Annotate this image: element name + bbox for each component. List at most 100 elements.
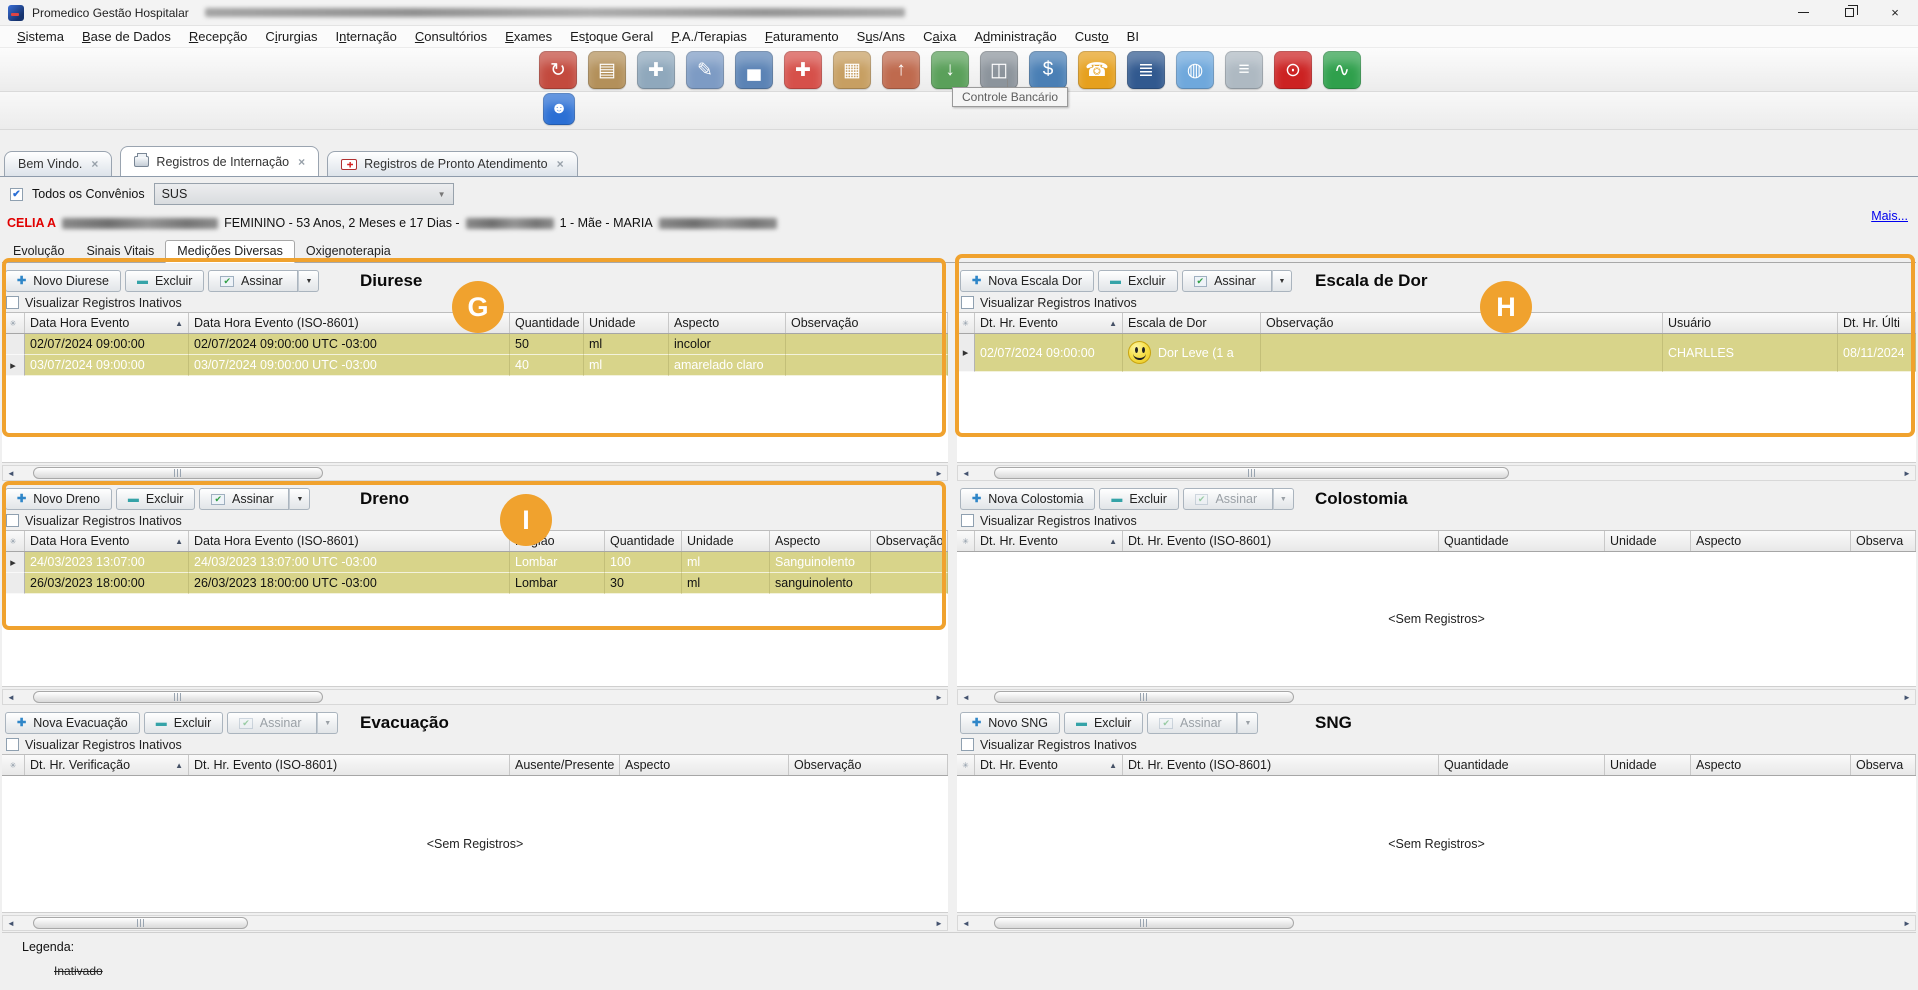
menu-faturamento[interactable]: Faturamento <box>756 27 848 46</box>
new-record-button[interactable]: ✚Novo Diurese <box>5 270 121 292</box>
column-header[interactable]: Dt. Hr. Evento (ISO-8601) <box>1123 755 1439 775</box>
horizontal-scrollbar[interactable]: ◄► <box>957 465 1916 481</box>
convenio-combobox[interactable]: SUS ▼ <box>154 183 454 205</box>
scroll-left-arrow[interactable]: ◄ <box>3 466 19 480</box>
column-header[interactable]: Data Hora Evento (ISO-8601) <box>189 531 510 551</box>
menu-sus-ans[interactable]: Sus/Ans <box>848 27 914 46</box>
menu-p-a-terapias[interactable]: P.A./Terapias <box>662 27 756 46</box>
invoice-icon[interactable]: ≡ <box>1225 51 1263 89</box>
column-header[interactable]: Quantidade <box>1439 755 1605 775</box>
sign-button[interactable]: ✔Assinar <box>208 270 298 292</box>
sign-dropdown-button[interactable]: ▼ <box>289 488 310 510</box>
column-header[interactable]: Região <box>510 531 605 551</box>
indicator-column-header[interactable]: ✳ <box>2 531 25 551</box>
menu-sistema[interactable]: Sistema <box>8 27 73 46</box>
menu-administra-o[interactable]: Administração <box>965 27 1065 46</box>
new-record-button[interactable]: ✚Novo Dreno <box>5 488 112 510</box>
sign-button[interactable]: ✔Assinar <box>199 488 289 510</box>
subtab-medi-es-diversas[interactable]: Medições Diversas <box>165 240 295 263</box>
sign-button[interactable]: ✔Assinar <box>227 712 317 734</box>
supplies-box-icon[interactable]: ▦ <box>833 51 871 89</box>
column-header[interactable]: Dt. Hr. Evento▲ <box>975 313 1123 333</box>
doctor-icon[interactable]: ✚ <box>637 51 675 89</box>
table-row[interactable]: ▸24/03/2023 13:07:0024/03/2023 13:07:00 … <box>2 552 948 573</box>
indicator-column-header[interactable]: ✳ <box>2 313 25 333</box>
chat-icon[interactable]: ◍ <box>1176 51 1214 89</box>
horizontal-scrollbar[interactable]: ◄► <box>2 465 948 481</box>
scrollbar-thumb[interactable] <box>33 917 248 929</box>
column-header[interactable]: Observação <box>1261 313 1663 333</box>
scroll-right-arrow[interactable]: ► <box>1899 690 1915 704</box>
new-record-button[interactable]: ✚Nova Colostomia <box>960 488 1095 510</box>
delete-button[interactable]: ▬Excluir <box>116 488 196 510</box>
column-header[interactable]: Aspecto <box>620 755 789 775</box>
horizontal-scrollbar[interactable]: ◄► <box>957 689 1916 705</box>
column-header[interactable]: Data Hora Evento▲ <box>25 313 189 333</box>
indicator-column-header[interactable]: ✳ <box>957 755 975 775</box>
power-icon[interactable]: ⊙ <box>1274 51 1312 89</box>
menu-estoque-geral[interactable]: Estoque Geral <box>561 27 662 46</box>
tab-close-icon[interactable]: × <box>91 157 98 171</box>
horizontal-scrollbar[interactable]: ◄► <box>957 915 1916 931</box>
column-header[interactable]: Dt. Hr. Evento▲ <box>975 531 1123 551</box>
column-header[interactable]: Data Hora Evento▲ <box>25 531 189 551</box>
scroll-right-arrow[interactable]: ► <box>1899 466 1915 480</box>
column-header[interactable]: Observa <box>1851 755 1916 775</box>
phone-book-icon[interactable]: ☎ <box>1078 51 1116 89</box>
column-header[interactable]: Observação <box>789 755 948 775</box>
scrollbar-thumb[interactable] <box>33 691 323 703</box>
menu-exames[interactable]: Exames <box>496 27 561 46</box>
delete-button[interactable]: ▬Excluir <box>144 712 224 734</box>
menu-cirurgias[interactable]: Cirurgias <box>256 27 326 46</box>
scroll-right-arrow[interactable]: ► <box>1899 916 1915 930</box>
horizontal-scrollbar[interactable]: ◄► <box>2 915 948 931</box>
new-record-button[interactable]: ✚Nova Escala Dor <box>960 270 1094 292</box>
column-header[interactable]: Ausente/Presente <box>510 755 620 775</box>
show-inactive-checkbox[interactable]: Visualizar Registros Inativos <box>957 511 1916 530</box>
column-header[interactable]: Escala de Dor <box>1123 313 1261 333</box>
column-header[interactable]: Data Hora Evento (ISO-8601) <box>189 313 510 333</box>
sign-button[interactable]: ✔Assinar <box>1183 488 1273 510</box>
table-row[interactable]: 26/03/2023 18:00:0026/03/2023 18:00:00 U… <box>2 573 948 594</box>
sign-dropdown-button[interactable]: ▼ <box>317 712 338 734</box>
close-button[interactable]: × <box>1872 0 1918 26</box>
prescription-icon[interactable]: ✎ <box>686 51 724 89</box>
delete-button[interactable]: ▬Excluir <box>125 270 205 292</box>
column-header[interactable]: Unidade <box>1605 755 1691 775</box>
menu-base-de-dados[interactable]: Base de Dados <box>73 27 180 46</box>
show-inactive-checkbox[interactable]: Visualizar Registros Inativos <box>957 735 1916 754</box>
sync-patients-icon[interactable]: ↻ <box>539 51 577 89</box>
show-inactive-checkbox[interactable]: Visualizar Registros Inativos <box>2 511 948 530</box>
delete-button[interactable]: ▬Excluir <box>1064 712 1144 734</box>
vitals-book-icon[interactable]: ∿ <box>1323 51 1361 89</box>
menu-caixa[interactable]: Caixa <box>914 27 965 46</box>
indicator-column-header[interactable]: ✳ <box>957 531 975 551</box>
indicator-column-header[interactable]: ✳ <box>957 313 975 333</box>
tab-close-icon[interactable]: × <box>557 157 564 171</box>
tab-registros-de-pronto-atendimento[interactable]: Registros de Pronto Atendimento× <box>327 151 577 176</box>
table-row[interactable]: ▸03/07/2024 09:00:0003/07/2024 09:00:00 … <box>2 355 948 376</box>
indicator-column-header[interactable]: ✳ <box>2 755 25 775</box>
scroll-right-arrow[interactable]: ► <box>931 690 947 704</box>
sign-dropdown-button[interactable]: ▼ <box>1237 712 1258 734</box>
hospital-bed-icon[interactable]: ▄ <box>735 51 773 89</box>
tab-registros-de-interna-o[interactable]: Registros de Internação× <box>120 146 319 176</box>
column-header[interactable]: Aspecto <box>1691 755 1851 775</box>
column-header[interactable]: Aspecto <box>770 531 871 551</box>
column-header[interactable]: Dt. Hr. Últi <box>1838 313 1916 333</box>
scrollbar-thumb[interactable] <box>994 917 1294 929</box>
scroll-left-arrow[interactable]: ◄ <box>958 916 974 930</box>
column-header[interactable]: Dt. Hr. Evento (ISO-8601) <box>1123 531 1439 551</box>
scrollbar-thumb[interactable] <box>33 467 323 479</box>
stock-up-icon[interactable]: ↑ <box>882 51 920 89</box>
scroll-left-arrow[interactable]: ◄ <box>3 916 19 930</box>
money-down-icon[interactable]: ↓ <box>931 51 969 89</box>
delete-button[interactable]: ▬Excluir <box>1098 270 1178 292</box>
minimize-button[interactable] <box>1780 0 1826 26</box>
column-header[interactable]: Observação <box>786 313 948 333</box>
scroll-left-arrow[interactable]: ◄ <box>3 690 19 704</box>
menu-recep-o[interactable]: Recepção <box>180 27 257 46</box>
column-header[interactable]: Observação <box>871 531 948 551</box>
show-inactive-checkbox[interactable]: Visualizar Registros Inativos <box>2 735 948 754</box>
tab-bem-vindo[interactable]: Bem Vindo.× <box>4 151 112 176</box>
